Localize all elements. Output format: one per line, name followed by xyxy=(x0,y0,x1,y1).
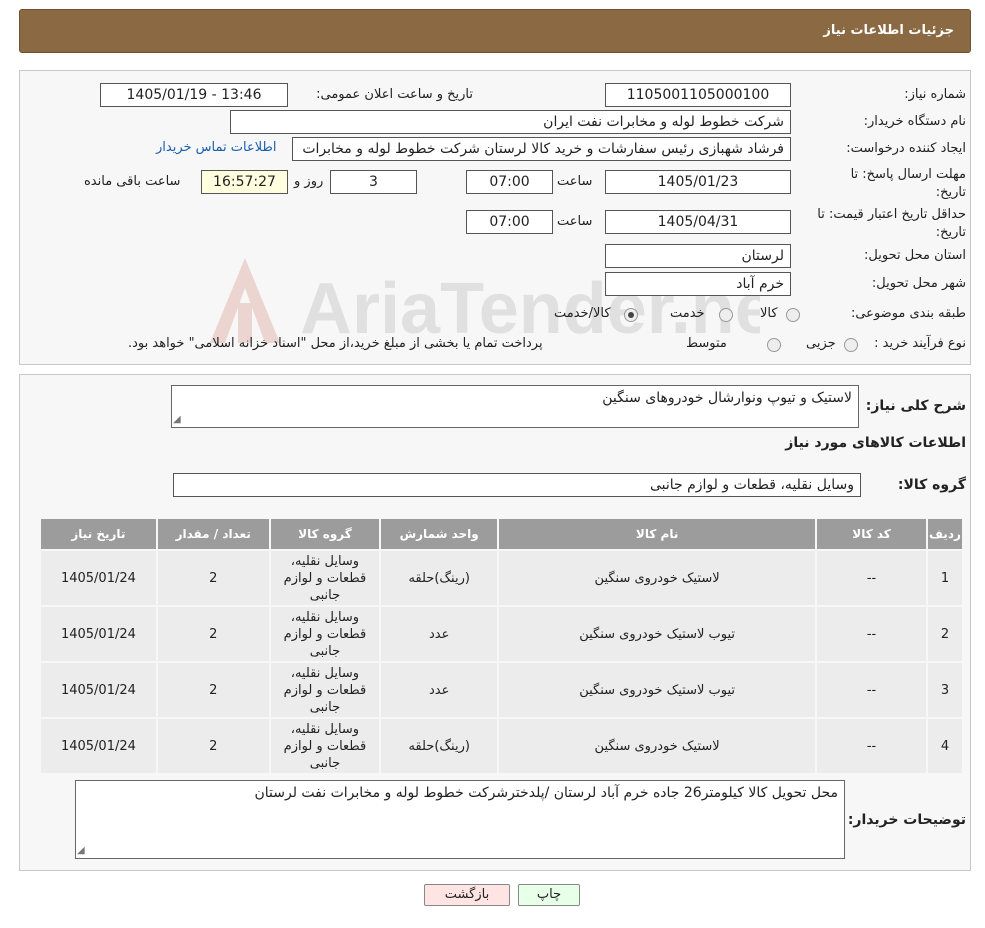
process-medium-label: متوسط xyxy=(686,336,727,351)
page-title: جزئیات اطلاعات نیاز xyxy=(823,23,954,38)
announce-label: تاریخ و ساعت اعلان عمومی: xyxy=(316,87,473,102)
cell-goods-group: وسایل نقلیه، قطعات و لوازم جانبی xyxy=(270,663,380,717)
page-header: جزئیات اطلاعات نیاز xyxy=(19,9,971,53)
table-row: 3 -- تیوب لاستیک خودروی سنگین عدد وسایل … xyxy=(41,663,962,717)
deadline-date-field: 1405/01/23 xyxy=(605,170,791,194)
cell-unit: (رینگ)حلقه xyxy=(381,551,498,605)
summary-textarea[interactable]: لاستیک و تیوپ ونوارشال خودروهای سنگین xyxy=(171,385,859,428)
category-service-radio[interactable] xyxy=(719,308,733,322)
process-medium-radio[interactable] xyxy=(767,338,781,352)
items-table: ردیف کد کالا نام کالا واحد شمارش گروه کا… xyxy=(39,517,964,775)
cell-need-date: 1405/01/24 xyxy=(41,719,156,773)
header-row-number: ردیف xyxy=(927,519,962,549)
goods-info-title: اطلاعات کالاهای مورد نیاز xyxy=(785,435,966,451)
category-goods-service-label: کالا/خدمت xyxy=(554,306,611,321)
header-item-name: نام کالا xyxy=(499,519,816,549)
cell-row-number: 4 xyxy=(927,719,962,773)
resize-grip-icon[interactable]: ◢ xyxy=(173,414,181,425)
cell-need-date: 1405/01/24 xyxy=(41,551,156,605)
remaining-label: ساعت باقی مانده xyxy=(84,174,181,189)
table-row: 2 -- تیوب لاستیک خودروی سنگین عدد وسایل … xyxy=(41,607,962,661)
requester-field: فرشاد شهبازی رئیس سفارشات و خرید کالا لر… xyxy=(292,137,791,161)
print-button[interactable]: چاپ xyxy=(518,884,580,906)
buyer-org-field: شرکت خطوط لوله و مخابرات نفت ایران xyxy=(230,110,791,134)
buyer-notes-textarea[interactable]: محل تحویل کالا کیلومتر26 جاده خرم آباد ل… xyxy=(75,780,845,859)
header-quantity: تعداد / مقدار xyxy=(157,519,269,549)
cell-quantity: 2 xyxy=(157,719,269,773)
cell-unit: عدد xyxy=(381,607,498,661)
goods-group-label: گروه کالا: xyxy=(897,477,966,493)
city-label: شهر محل تحویل: xyxy=(871,276,966,291)
header-need-date: تاریخ نیاز xyxy=(41,519,156,549)
cell-need-date: 1405/01/24 xyxy=(41,607,156,661)
cell-unit: (رینگ)حلقه xyxy=(381,719,498,773)
requester-label: ایجاد کننده درخواست: xyxy=(846,141,966,156)
cell-unit: عدد xyxy=(381,663,498,717)
cell-goods-group: وسایل نقلیه، قطعات و لوازم جانبی xyxy=(270,607,380,661)
table-header-row: ردیف کد کالا نام کالا واحد شمارش گروه کا… xyxy=(41,519,962,549)
process-label: نوع فرآیند خرید : xyxy=(874,336,966,351)
announce-field: 1405/01/19 - 13:46 xyxy=(100,83,288,107)
cell-item-code: -- xyxy=(817,551,926,605)
cell-row-number: 3 xyxy=(927,663,962,717)
category-goods-service-radio[interactable] xyxy=(624,308,638,322)
notes-resize-grip-icon[interactable]: ◢ xyxy=(77,845,85,856)
category-goods-label: کالا xyxy=(760,306,778,321)
category-service-label: خدمت xyxy=(670,306,705,321)
table-row: 4 -- لاستیک خودروی سنگین (رینگ)حلقه وسای… xyxy=(41,719,962,773)
cell-item-name: لاستیک خودروی سنگین xyxy=(499,551,816,605)
remaining-time-field: 16:57:27 xyxy=(201,170,288,194)
buyer-notes-label: توضیحات خریدار: xyxy=(847,812,966,828)
process-minor-radio[interactable] xyxy=(844,338,858,352)
deadline-time-field: 07:00 xyxy=(466,170,553,194)
contact-info-link[interactable]: اطلاعات تماس خریدار xyxy=(156,140,276,155)
buyer-org-label: نام دستگاه خریدار: xyxy=(863,114,966,129)
need-number-label: شماره نیاز: xyxy=(904,87,966,102)
cell-need-date: 1405/01/24 xyxy=(41,663,156,717)
table-row: 1 -- لاستیک خودروی سنگین (رینگ)حلقه وسای… xyxy=(41,551,962,605)
category-label: طبقه بندی موضوعی: xyxy=(850,306,966,321)
cell-row-number: 1 xyxy=(927,551,962,605)
validity-date-field: 1405/04/31 xyxy=(605,210,791,234)
days-label: روز و xyxy=(294,174,324,189)
summary-text: لاستیک و تیوپ ونوارشال خودروهای سنگین xyxy=(602,390,852,406)
cell-goods-group: وسایل نقلیه، قطعات و لوازم جانبی xyxy=(270,719,380,773)
process-note: پرداخت تمام یا بخشی از مبلغ خرید،از محل … xyxy=(128,336,543,351)
back-button[interactable]: بازگشت xyxy=(424,884,510,906)
validity-time-label: ساعت xyxy=(557,214,593,229)
cell-item-code: -- xyxy=(817,663,926,717)
cell-item-code: -- xyxy=(817,719,926,773)
buyer-notes-text: محل تحویل کالا کیلومتر26 جاده خرم آباد ل… xyxy=(254,785,838,801)
header-item-code: کد کالا xyxy=(817,519,926,549)
need-number-field: 1105001105000100 xyxy=(605,83,791,107)
goods-group-field: وسایل نقلیه، قطعات و لوازم جانبی xyxy=(173,473,861,497)
cell-quantity: 2 xyxy=(157,551,269,605)
cell-item-code: -- xyxy=(817,607,926,661)
city-field: خرم آباد xyxy=(605,272,791,296)
province-field: لرستان xyxy=(605,244,791,268)
summary-label: شرح کلی نیاز: xyxy=(865,398,966,414)
min-validity-label: حداقل تاریخ اعتبار قیمت: تا تاریخ: xyxy=(817,207,966,240)
deadline-time-label: ساعت xyxy=(557,174,593,189)
validity-time-field: 07:00 xyxy=(466,210,553,234)
category-goods-radio[interactable] xyxy=(786,308,800,322)
days-field: 3 xyxy=(330,170,417,194)
process-minor-label: جزیی xyxy=(806,336,836,351)
cell-goods-group: وسایل نقلیه، قطعات و لوازم جانبی xyxy=(270,551,380,605)
cell-quantity: 2 xyxy=(157,663,269,717)
deadline-label: مهلت ارسال پاسخ: تا تاریخ: xyxy=(850,167,966,200)
cell-quantity: 2 xyxy=(157,607,269,661)
header-goods-group: گروه کالا xyxy=(270,519,380,549)
cell-row-number: 2 xyxy=(927,607,962,661)
header-unit: واحد شمارش xyxy=(381,519,498,549)
cell-item-name: تیوب لاستیک خودروی سنگین xyxy=(499,607,816,661)
cell-item-name: لاستیک خودروی سنگین xyxy=(499,719,816,773)
province-label: استان محل تحویل: xyxy=(864,248,966,263)
cell-item-name: تیوب لاستیک خودروی سنگین xyxy=(499,663,816,717)
